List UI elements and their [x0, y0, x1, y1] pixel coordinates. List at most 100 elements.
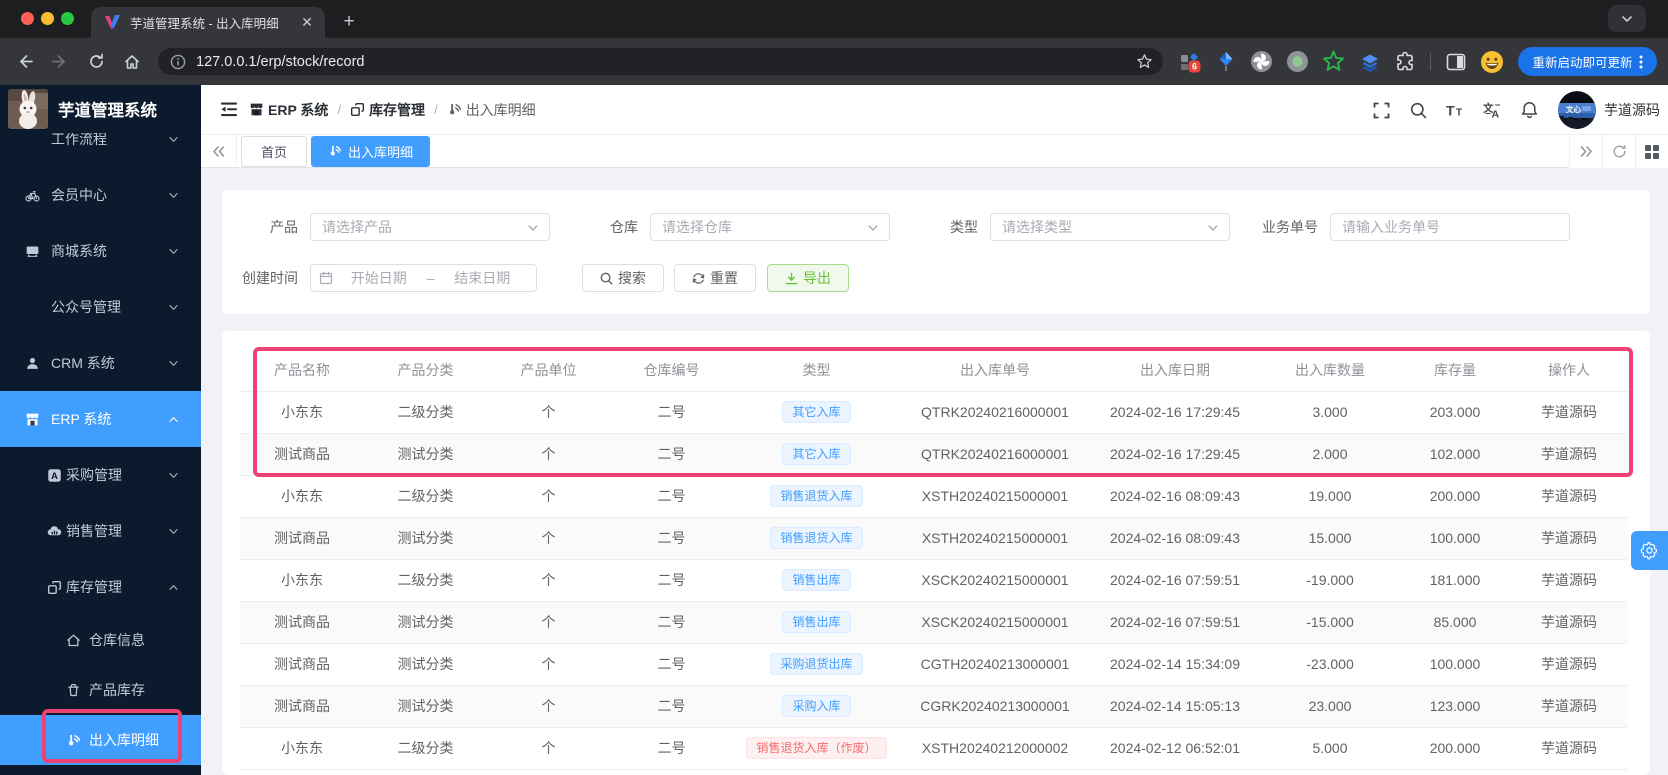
chevron-down-icon: [167, 301, 179, 313]
ext-puzzle-icon[interactable]: [1392, 48, 1419, 75]
table-row-8[interactable]: 小东东 二级分类个二号 销售退货入库（作废） XSTH20240212000002 20…: [240, 727, 1628, 770]
sidebar-item-7[interactable]: 销售管理: [0, 503, 201, 559]
sidebar-item-1[interactable]: 会员中心: [0, 167, 201, 223]
sidebar-item-11[interactable]: 出入库明细: [0, 715, 201, 765]
table-cell: 个: [487, 517, 610, 560]
refresh-page-button[interactable]: [1602, 135, 1635, 168]
reset-button[interactable]: 重置: [674, 264, 756, 292]
table-row-7[interactable]: 测试商品 测试分类个二号 采购入库 CGRK20240213000001 2024-02…: [240, 685, 1628, 728]
sidebar-item-3[interactable]: 公众号管理: [0, 279, 201, 335]
sidebar-item-6[interactable]: A 采购管理: [0, 447, 201, 503]
translate-button[interactable]: 文A: [1474, 85, 1511, 135]
placeholder-text: 请输入业务单号: [1342, 219, 1440, 235]
table-cell: 二号: [610, 601, 733, 644]
search-button[interactable]: [1400, 85, 1437, 135]
tag-view-0[interactable]: 首页: [241, 135, 308, 167]
table-cell: 其它入库: [733, 391, 900, 434]
sidebar: 工作流程 会员中心 商城系统 公众号管理 CRM 系统 ERP 系统 A 采购管理 销售管理 库存…: [0, 85, 201, 775]
address-bar[interactable]: 127.0.0.1/erp/stock/record: [158, 48, 1163, 75]
table-cell: 二号: [610, 685, 733, 728]
ext-layers-icon[interactable]: [1356, 48, 1383, 75]
table-cell: XSTH20240215000001: [900, 517, 1090, 560]
back-button[interactable]: [10, 48, 38, 76]
placeholder-text: 请选择产品: [322, 219, 392, 235]
daterange-picker[interactable]: 开始日期 – 结束日期: [310, 264, 537, 292]
table-row-6[interactable]: 测试商品 测试分类个二号 采购退货出库 CGTH20240213000001 2024-…: [240, 643, 1628, 686]
ext-dot-circle-icon[interactable]: [1284, 48, 1311, 75]
ext-pinwheel-icon[interactable]: [1248, 48, 1275, 75]
svg-text:T: T: [1446, 103, 1455, 118]
type-tag: 销售出库: [782, 611, 851, 633]
breadcrumb-item-0[interactable]: ERP 系统: [249, 100, 328, 120]
sidebar-item-8[interactable]: 库存管理: [0, 559, 201, 615]
forward-button[interactable]: [46, 48, 74, 76]
tags-scroll-left-button[interactable]: [201, 134, 237, 168]
user-avatar[interactable]: 文心: [1558, 91, 1596, 129]
breadcrumb-item-1[interactable]: 库存管理: [350, 100, 425, 120]
tag-view-1[interactable]: 出入库明细: [311, 135, 431, 167]
table-row-1[interactable]: 测试商品 测试分类个二号 其它入库 QTRK20240216000001 2024-02…: [240, 433, 1628, 476]
url-text[interactable]: 127.0.0.1/erp/stock/record: [196, 54, 1136, 70]
table-row-5[interactable]: 测试商品 测试分类个二号 销售出库 XSCK20240215000001 2024-02…: [240, 601, 1628, 644]
browser-menu-icon[interactable]: [1639, 54, 1643, 70]
notifications-button[interactable]: [1511, 85, 1548, 135]
collapse-menu-button[interactable]: [213, 94, 245, 126]
sidebar-item-10[interactable]: 产品库存: [0, 665, 201, 715]
sidebar-item-9[interactable]: 仓库信息: [0, 615, 201, 665]
ext-emoji-profile-icon[interactable]: [1478, 48, 1505, 75]
favicon-yudao-icon: [104, 14, 121, 31]
macos-zoom-button[interactable]: [61, 11, 74, 25]
site-info-icon[interactable]: [170, 54, 186, 70]
bookmark-star-icon[interactable]: [1136, 53, 1153, 70]
new-tab-button[interactable]: +: [337, 11, 361, 35]
column-header-2: 产品单位: [487, 350, 610, 392]
fullscreen-button[interactable]: [1363, 85, 1400, 135]
breadcrumb-separator: /: [337, 102, 342, 117]
table-cell: 测试商品: [240, 685, 364, 728]
table-cell: XSTH20240215000001: [900, 475, 1090, 518]
browser-tab[interactable]: 芋道管理系统 - 出入库明细 ✕: [91, 7, 325, 38]
breadcrumb-label: 库存管理: [369, 101, 426, 118]
macos-minimize-button[interactable]: [41, 11, 54, 25]
select-field-1[interactable]: 请选择仓库: [650, 213, 890, 241]
theme-settings-button[interactable]: [1631, 531, 1668, 570]
tab-close-icon[interactable]: ✕: [299, 14, 315, 31]
ext-blocks-badge-icon[interactable]: 6: [1176, 48, 1203, 75]
storefront-icon: [249, 102, 264, 117]
sidebar-item-2[interactable]: 商城系统: [0, 223, 201, 279]
layout-grid-button[interactable]: [1635, 135, 1668, 168]
table-row-4[interactable]: 小东东 二级分类个二号 销售出库 XSCK20240215000001 2024-02-…: [240, 559, 1628, 602]
table-row-2[interactable]: 小东东 二级分类个二号 销售退货入库 XSTH20240215000001 2024-0…: [240, 475, 1628, 518]
select-field-0[interactable]: 请选择产品: [310, 213, 550, 241]
sidebar-logo[interactable]: 芋道管理系统: [0, 85, 201, 133]
input-field-3[interactable]: 请输入业务单号: [1330, 213, 1570, 241]
macos-close-button[interactable]: [21, 11, 34, 25]
username[interactable]: 芋道源码: [1604, 100, 1660, 120]
home-button[interactable]: [118, 48, 146, 76]
table-cell: 个: [487, 475, 610, 518]
font-size-button[interactable]: TT: [1437, 85, 1474, 135]
reload-button[interactable]: [82, 48, 110, 76]
sidebar-item-4[interactable]: CRM 系统: [0, 335, 201, 391]
ext-kite-icon[interactable]: [1212, 48, 1239, 75]
tags-scroll-right-button[interactable]: [1569, 135, 1602, 168]
select-field-2[interactable]: 请选择类型: [990, 213, 1230, 241]
record-icon: [328, 144, 342, 158]
table-row-0[interactable]: 小东东 二级分类个二号 其它入库 QTRK20240216000001 2024-02-…: [240, 391, 1628, 434]
browser-tab-title: 芋道管理系统 - 出入库明细: [130, 17, 279, 31]
ext-side-panel-icon[interactable]: [1442, 48, 1469, 75]
sidebar-item-label: 销售管理: [66, 523, 122, 539]
ext-green-star-icon[interactable]: [1320, 48, 1347, 75]
export-button[interactable]: 导出: [767, 264, 849, 292]
chevron-down-icon: [167, 357, 179, 369]
type-tag: 采购入库: [782, 695, 851, 717]
app-frame: 工作流程 会员中心 商城系统 公众号管理 CRM 系统 ERP 系统 A 采购管理 销售管理 库存…: [0, 85, 1668, 775]
table-cell: 100.000: [1400, 643, 1510, 686]
search-button-form[interactable]: 搜索: [582, 264, 664, 292]
download-icon: [785, 272, 798, 285]
relaunch-update-button[interactable]: 重新启动即可更新: [1518, 47, 1657, 76]
table-cell: QTRK20240216000001: [900, 433, 1090, 476]
sidebar-item-5[interactable]: ERP 系统: [0, 391, 201, 447]
table-row-3[interactable]: 测试商品 测试分类个二号 销售退货入库 XSTH20240215000001 2024-…: [240, 517, 1628, 560]
tab-search-button[interactable]: [1608, 5, 1646, 32]
